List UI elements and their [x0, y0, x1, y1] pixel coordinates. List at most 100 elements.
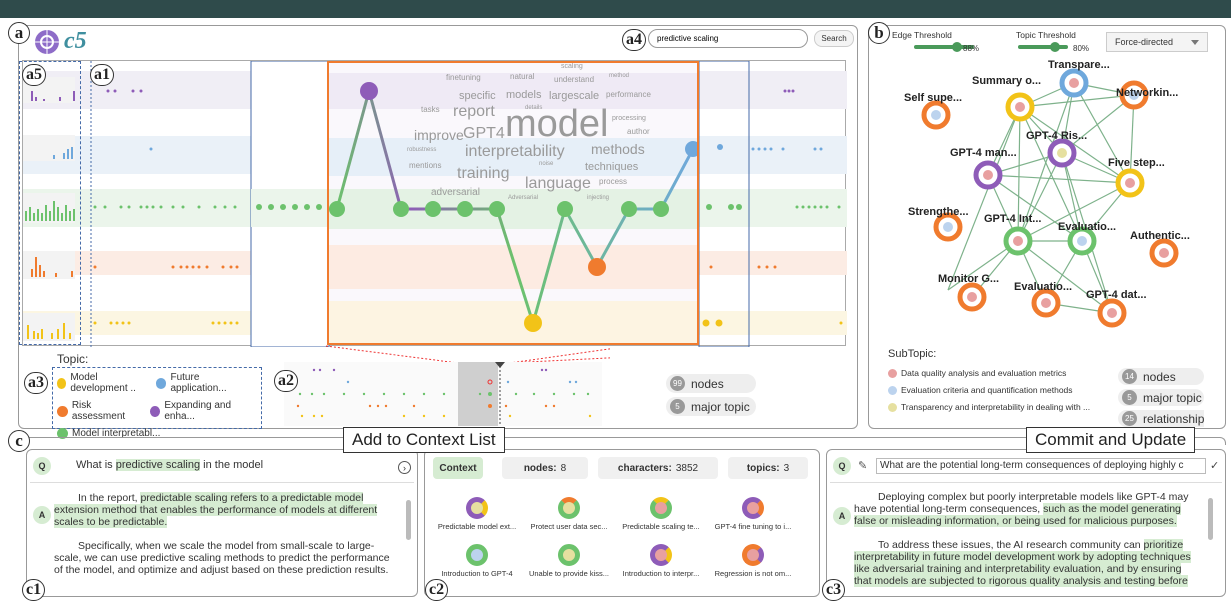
subtopic-dot	[888, 368, 897, 378]
scrollbar-right[interactable]	[1208, 498, 1213, 540]
subtopic-label: Data quality analysis and evaluation met…	[901, 368, 1067, 378]
timeline-node[interactable]	[393, 201, 409, 217]
commit-update-callout: Commit and Update	[1026, 427, 1196, 453]
timeline-node[interactable]	[329, 201, 345, 217]
subtopic-item[interactable]: Data quality analysis and evaluation met…	[888, 368, 1108, 378]
timeline-view: scaling finetuning natural understand me…	[19, 60, 847, 347]
answer-text-right: Deploying complex but poorly interpretab…	[854, 491, 1200, 593]
subtopic-item[interactable]: Evaluation criteria and quantification m…	[888, 385, 1108, 395]
subtopic-label: Evaluation criteria and quantification m…	[901, 385, 1073, 395]
legend-dot	[57, 405, 68, 417]
context-item-label: Predictable scaling te...	[622, 522, 700, 531]
label-a4: a4	[622, 29, 646, 51]
question-input[interactable]: What are the potential long-term consequ…	[876, 458, 1206, 474]
nodes-label: nodes	[691, 376, 724, 391]
nodes-number: 99	[670, 376, 685, 391]
scrollbar[interactable]	[406, 500, 411, 540]
subtopic-item[interactable]: Transparency and interpretability in dea…	[888, 402, 1108, 412]
graph-rel-count: 25 relationships	[1118, 410, 1204, 427]
context-node-icon	[650, 497, 672, 519]
subtopic-legend: Data quality analysis and evaluation met…	[888, 368, 1108, 419]
graph-rel-clip: 25 relationships	[1118, 410, 1204, 427]
graph-nodes-number: 14	[1122, 369, 1137, 384]
context-nodes: nodes: 8	[502, 457, 588, 479]
timeline-node[interactable]	[588, 258, 606, 276]
timeline-node[interactable]	[360, 82, 378, 100]
edit-icon[interactable]: ✎	[858, 459, 867, 472]
topic-threshold-slider[interactable]	[1018, 42, 1068, 52]
histogram-box	[19, 61, 81, 345]
graph-nodes-count: 14 nodes	[1118, 368, 1204, 385]
node-label: GPT-4 Ris...	[1026, 130, 1088, 142]
layout-select[interactable]: Force-directed	[1106, 32, 1208, 52]
context-node-icon	[466, 497, 488, 519]
timeline-node[interactable]	[524, 314, 542, 332]
chevron-down-icon	[1191, 40, 1199, 45]
label-a1: a1	[90, 64, 114, 86]
divider	[30, 482, 414, 483]
graph-rel-label: relationships	[1143, 411, 1204, 426]
timeline-node[interactable]	[425, 201, 441, 217]
context-chars-value: 3852	[675, 462, 699, 474]
top-bar	[0, 0, 1231, 18]
context-item[interactable]: Predictable model ext...	[432, 497, 522, 531]
context-item[interactable]: GPT-4 fine tuning to i...	[708, 497, 798, 531]
topic-threshold-label: Topic Threshold	[1016, 30, 1076, 40]
q-post: in the model	[200, 459, 264, 471]
topic-threshold-value: 80%	[1073, 44, 1090, 53]
subtopic-dot	[888, 385, 897, 395]
slider-handle[interactable]	[1050, 42, 1060, 52]
context-item[interactable]: Introduction to interpr...	[616, 544, 706, 578]
graph-labels: Transpare... Summary o... Networkin... S…	[872, 55, 1222, 345]
label-a3: a3	[24, 372, 48, 394]
search-button[interactable]: Search	[814, 30, 854, 47]
legend-item-expanding[interactable]: Expanding and enha...	[150, 400, 257, 422]
legend-item-future-application[interactable]: Future application...	[155, 372, 257, 394]
overview-timeline[interactable]	[284, 362, 602, 426]
context-tab[interactable]: Context	[433, 457, 483, 479]
add-context-button[interactable]: ›	[398, 461, 411, 474]
legend-item-risk-assessment[interactable]: Risk assessment	[57, 400, 146, 422]
q-highlight: predictive scaling	[115, 459, 201, 471]
timeline-node[interactable]	[685, 141, 699, 157]
context-item[interactable]: Protect user data sec...	[524, 497, 614, 531]
node-label: Monitor G...	[938, 273, 1000, 285]
node-label: Five step...	[1108, 157, 1165, 169]
a-badge: A	[33, 506, 51, 524]
legend-label: Expanding and enha...	[164, 400, 232, 422]
context-item[interactable]: Introduction to GPT-4	[432, 544, 522, 578]
timeline-node[interactable]	[621, 201, 637, 217]
context-node-icon	[650, 544, 672, 566]
legend-item-model-development[interactable]: Model development ..	[57, 372, 152, 394]
legend-dot	[57, 377, 67, 389]
timeline-node[interactable]	[653, 201, 669, 217]
context-node-icon	[558, 497, 580, 519]
context-item-label: Regression is not om...	[714, 569, 792, 578]
slider-handle[interactable]	[952, 42, 962, 52]
context-item[interactable]: Regression is not om...	[708, 544, 798, 578]
answer-text: In the report, predictable scaling refer…	[54, 492, 400, 592]
context-node-icon	[466, 544, 488, 566]
context-item[interactable]: Predictable scaling te...	[616, 497, 706, 531]
node-label: Transpare...	[1048, 59, 1110, 71]
question-input-text: What are the potential long-term consequ…	[880, 460, 1184, 471]
context-item-label: GPT-4 fine tuning to i...	[714, 522, 792, 531]
timeline-node[interactable]	[457, 201, 473, 217]
q-badge: Q	[33, 457, 51, 475]
context-item[interactable]: Unable to provide kiss...	[524, 544, 614, 578]
timeline-node[interactable]	[489, 201, 505, 217]
search-input[interactable]	[648, 29, 808, 48]
check-icon[interactable]: ✓	[1210, 459, 1219, 472]
legend-dot	[155, 377, 167, 389]
graph-topic-count: 5 major topic	[1118, 389, 1204, 406]
label-c1: c1	[22, 579, 46, 601]
divider	[830, 482, 1222, 483]
legend-label: Model development ..	[70, 372, 136, 394]
zoom-window[interactable]: scaling finetuning natural understand me…	[327, 61, 699, 345]
label-a5: a5	[22, 64, 46, 86]
q-badge-right: Q	[833, 457, 851, 475]
node-label: Self supe...	[904, 92, 963, 104]
timeline-node[interactable]	[557, 201, 573, 217]
topic-legend: Model development .. Future application.…	[52, 367, 262, 439]
topic-count: 5 major topic	[666, 397, 756, 416]
